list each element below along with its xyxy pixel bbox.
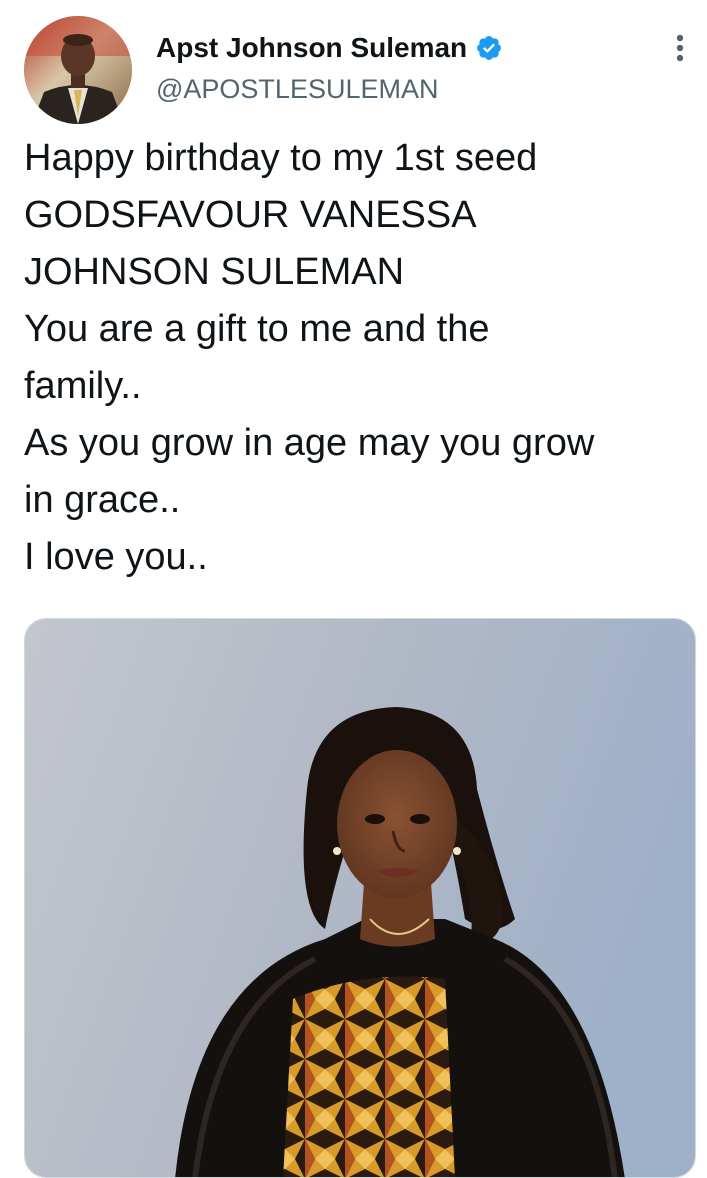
- avatar[interactable]: [24, 16, 132, 124]
- more-options-icon: [676, 34, 684, 62]
- photo-image: [25, 619, 695, 1177]
- author-name-row: Apst Johnson Suleman: [156, 30, 503, 66]
- tweet-text: Happy birthday to my 1st seed GODSFAVOUR…: [24, 130, 689, 586]
- verified-badge-icon: [475, 34, 503, 62]
- tweet-text-line: JOHNSON SULEMAN: [24, 251, 405, 293]
- tweet-text-line: Happy birthday to my 1st seed: [24, 137, 538, 179]
- tweet-text-line: I love you..: [24, 536, 208, 578]
- tweet-text-line: family..: [24, 365, 142, 407]
- author-handle[interactable]: @APOSTLESULEMAN: [156, 74, 439, 105]
- tweet-text-line: You are a gift to me and the: [24, 308, 490, 350]
- more-options-button[interactable]: [662, 30, 698, 66]
- avatar-image: [24, 16, 132, 124]
- author-display-name[interactable]: Apst Johnson Suleman: [156, 32, 467, 64]
- tweet-photo[interactable]: [24, 618, 696, 1178]
- tweet-text-line: in grace..: [24, 479, 181, 521]
- tweet: Apst Johnson Suleman @APOSTLESULEMAN Hap…: [0, 0, 707, 1178]
- tweet-text-line: As you grow in age may you grow: [24, 422, 595, 464]
- tweet-text-line: GODSFAVOUR VANESSA: [24, 194, 477, 236]
